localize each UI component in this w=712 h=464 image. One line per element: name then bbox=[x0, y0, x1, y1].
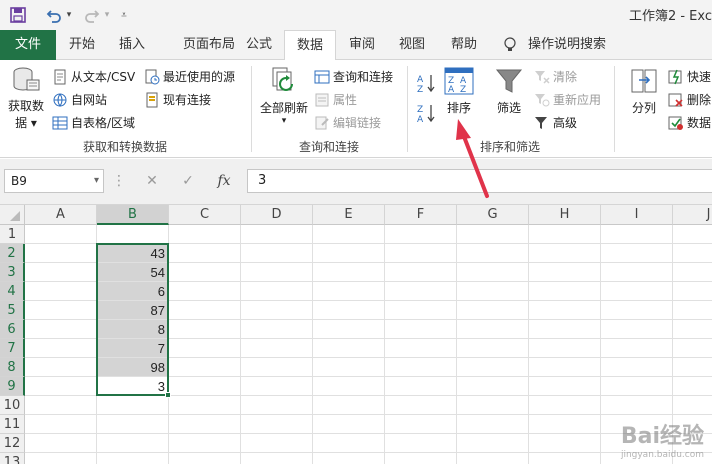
red-arrow-annotation bbox=[456, 119, 489, 198]
baidu-watermark: Bai经验 jingyan.baidu.com bbox=[620, 424, 704, 460]
